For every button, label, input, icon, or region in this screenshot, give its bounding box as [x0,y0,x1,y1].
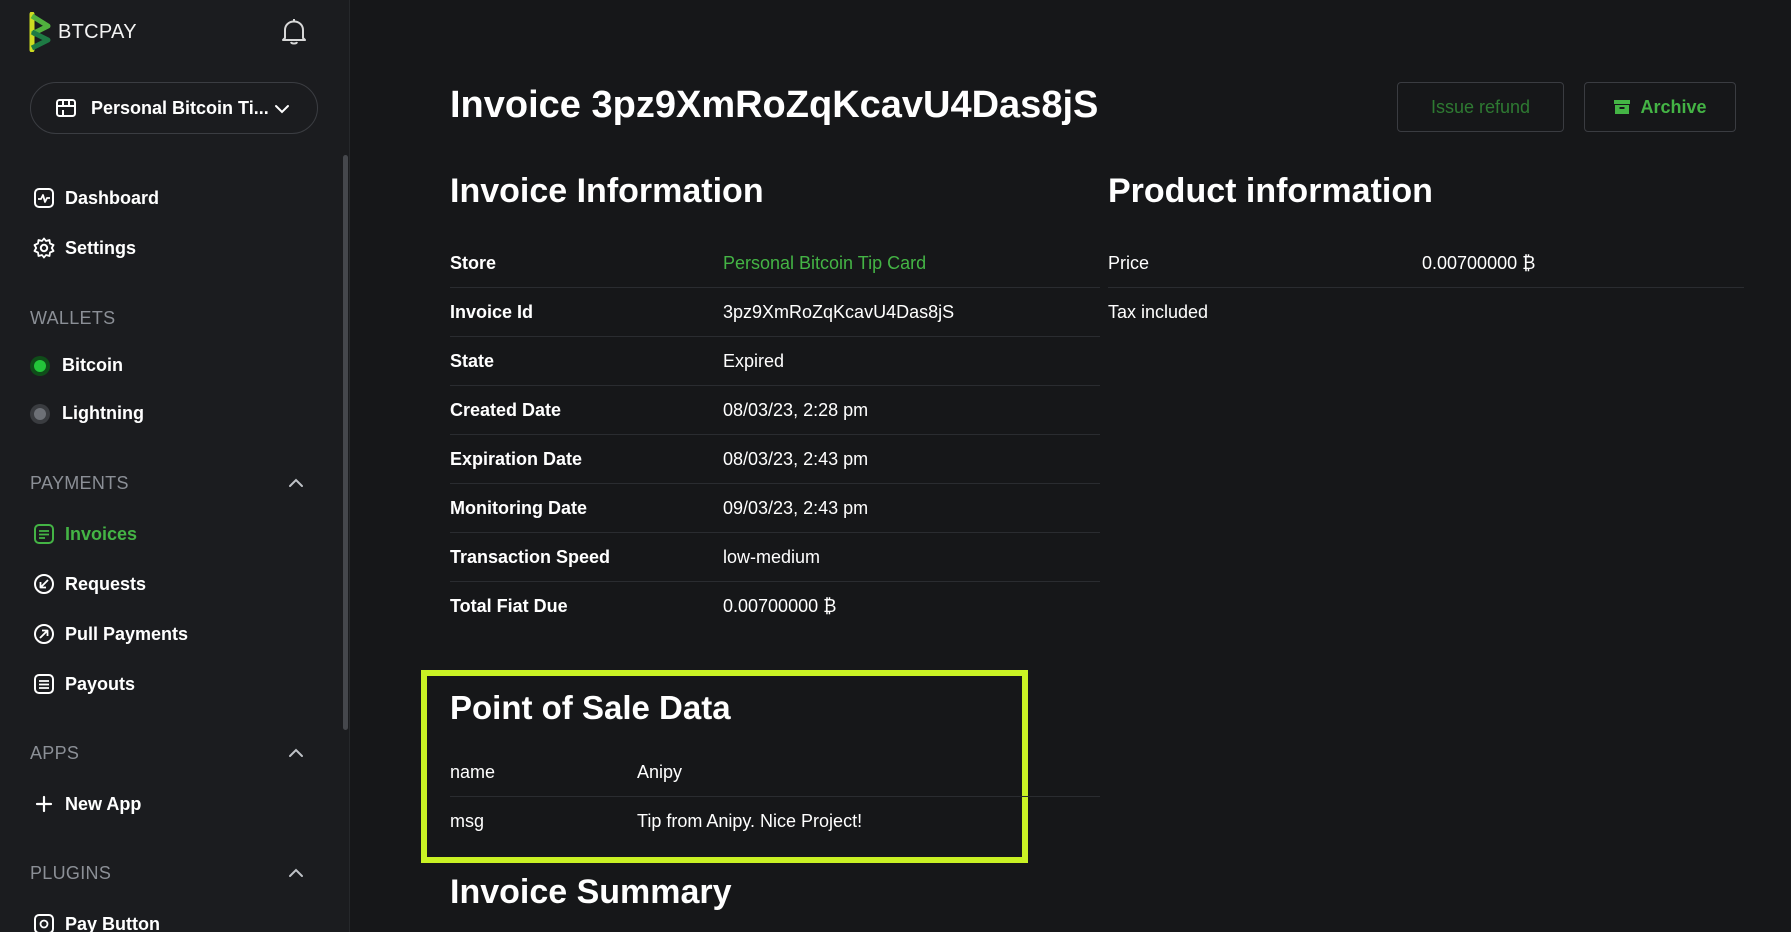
row-label: name [450,762,496,782]
main-content: Invoice 3pz9XmRoZqKcavU4Das8jS Issue ref… [350,0,1791,932]
row-value: 0.00700000 ₿ [1422,253,1536,273]
row-value: 08/03/23, 2:28 pm [723,400,869,420]
archive-icon [1614,100,1631,114]
store-selector[interactable]: Personal Bitcoin Ti... [30,82,318,134]
table-row: Total Fiat Due 0.00700000 ₿ [450,582,1100,631]
product-information-heading: Product information [1108,172,1433,210]
table-row: name Anipy [450,748,1100,797]
store-icon [56,99,76,117]
row-label: msg [450,811,485,831]
sidebar-item-new-app[interactable]: New App [33,793,141,815]
plus-icon [33,793,55,815]
archive-button[interactable]: Archive [1584,82,1736,132]
row-label: Monitoring Date [450,498,587,518]
row-label: Transaction Speed [450,547,611,567]
row-label: Total Fiat Due [450,596,568,616]
row-value: 09/03/23, 2:43 pm [723,498,869,518]
product-information-table: Price 0.00700000 ₿ Tax included [1108,239,1744,337]
sidebar-item-label: Invoices [65,523,138,544]
archive-label: Archive [1640,96,1707,117]
brand-logo[interactable]: BTCPAY [28,12,137,52]
bitcoin-status-icon [30,355,50,376]
gear-icon [33,237,55,259]
sidebar-item-lightning[interactable]: Lightning [30,403,144,424]
point-of-sale-heading: Point of Sale Data [450,689,731,726]
sidebar-item-label: New App [65,793,142,814]
section-title-plugins: PLUGINS [30,863,112,883]
row-value: 3pz9XmRoZqKcavU4Das8jS [723,302,955,322]
chevron-up-icon[interactable] [287,744,305,762]
sidebar-item-label: Pull Payments [65,623,189,644]
table-row: Invoice Id 3pz9XmRoZqKcavU4Das8jS [450,288,1100,337]
row-value: 08/03/23, 2:43 pm [723,449,869,469]
row-value: 0.00700000 ₿ [723,596,837,616]
invoice-information-table: Store Personal Bitcoin Tip Card Invoice … [450,239,1100,631]
requests-icon [33,573,55,595]
row-value: low-medium [723,547,821,567]
table-row: State Expired [450,337,1100,386]
sidebar-item-pull-payments[interactable]: Pull Payments [33,623,188,645]
sidebar-item-label: Settings [65,237,137,258]
chevron-up-icon[interactable] [287,864,305,882]
sidebar-item-invoices[interactable]: Invoices [33,523,137,545]
table-row: Created Date 08/03/23, 2:28 pm [450,386,1100,435]
row-label: State [450,351,495,371]
chevron-down-icon [275,105,289,114]
table-row: Store Personal Bitcoin Tip Card [450,239,1100,288]
row-label: Store [450,253,497,273]
row-label: Tax included [1108,302,1209,322]
sidebar: BTCPAY Personal Bitcoin Ti... Dashboard … [0,0,350,932]
invoice-icon [33,523,55,545]
invoice-summary-heading: Invoice Summary [450,873,732,911]
row-value: Expired [723,351,785,371]
section-title-payments: PAYMENTS [30,473,129,493]
sidebar-item-dashboard[interactable]: Dashboard [33,187,159,209]
issue-refund-button[interactable]: Issue refund [1397,82,1564,132]
sidebar-item-label: Requests [65,573,147,594]
sidebar-item-label: Pay Button [65,913,161,932]
row-label: Invoice Id [450,302,534,322]
issue-refund-label: Issue refund [1430,96,1531,117]
row-label: Created Date [450,400,562,420]
sidebar-item-label: Payouts [65,673,136,694]
table-row: Price 0.00700000 ₿ [1108,239,1744,288]
row-label: Price [1108,253,1150,273]
pay-button-icon [33,913,55,932]
page-title: Invoice 3pz9XmRoZqKcavU4Das8jS [450,84,1099,126]
table-row: Expiration Date 08/03/23, 2:43 pm [450,435,1100,484]
sidebar-item-payouts[interactable]: Payouts [33,673,135,695]
sidebar-item-label: Dashboard [65,187,160,208]
bell-icon [282,19,306,45]
store-selector-label: Personal Bitcoin Ti... [91,97,269,118]
chevron-up-icon[interactable] [287,474,305,492]
section-title-apps: APPS [30,743,80,763]
payouts-icon [33,673,55,695]
store-link[interactable]: Personal Bitcoin Tip Card [723,253,926,274]
point-of-sale-table: name Anipy msg Tip from Anipy. Nice Proj… [450,748,1100,846]
pull-payments-icon [33,623,55,645]
brand-name: BTCPAY [58,20,137,43]
btcpay-logo-icon [29,12,51,52]
table-row: msg Tip from Anipy. Nice Project! [450,797,1100,846]
sidebar-item-settings[interactable]: Settings [33,237,136,259]
section-title-wallets: WALLETS [30,308,116,328]
notifications-button[interactable] [281,18,307,51]
sidebar-item-label: Lightning [62,403,144,423]
table-row: Monitoring Date 09/03/23, 2:43 pm [450,484,1100,533]
sidebar-item-label: Bitcoin [62,355,123,375]
row-value: Tip from Anipy. Nice Project! [637,811,863,831]
sidebar-item-pay-button[interactable]: Pay Button [33,913,160,932]
lightning-status-icon [30,403,50,424]
dashboard-icon [33,187,55,209]
row-value: Anipy [637,762,683,782]
invoice-information-heading: Invoice Information [450,172,764,210]
table-row: Transaction Speed low-medium [450,533,1100,582]
sidebar-item-requests[interactable]: Requests [33,573,146,595]
row-label: Expiration Date [450,449,583,469]
table-row: Tax included [1108,288,1744,337]
sidebar-scrollbar[interactable] [343,155,348,730]
sidebar-item-bitcoin[interactable]: Bitcoin [30,355,123,376]
